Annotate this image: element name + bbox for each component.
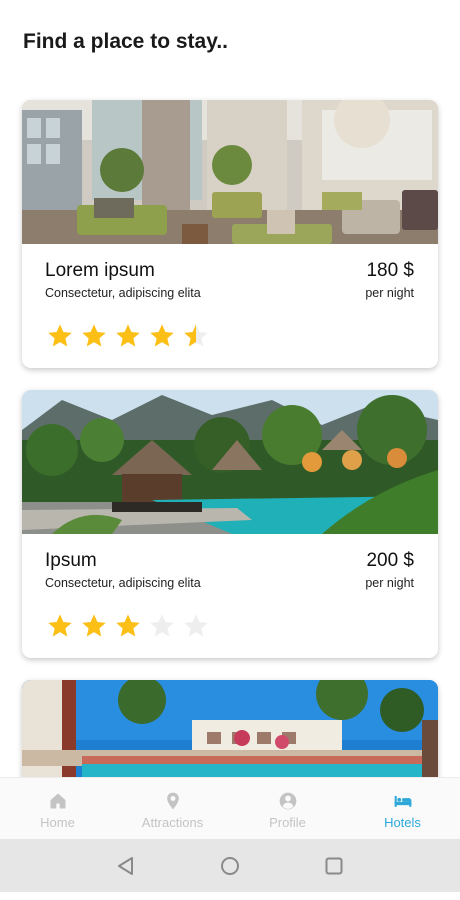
hotel-price: 200 $ (366, 550, 414, 571)
star-filled-icon (48, 324, 72, 347)
page-title: Find a place to stay.. (23, 30, 228, 53)
price-unit: per night (365, 286, 414, 300)
hotel-price: 180 $ (366, 260, 414, 281)
star-empty-icon (150, 614, 174, 637)
bottom-strip (0, 892, 460, 900)
system-navigation-bar (0, 839, 460, 892)
nav-item-hotels[interactable]: Hotels (345, 778, 460, 839)
nav-item-home[interactable]: Home (0, 778, 115, 839)
rating-stars (46, 612, 210, 640)
star-filled-icon (116, 324, 140, 347)
star-filled-icon (82, 324, 106, 347)
star-half-icon (184, 324, 208, 347)
hotel-description: Consectetur, adipiscing elita (45, 576, 201, 590)
tropical-pool-image (22, 390, 438, 534)
recents-icon[interactable] (322, 854, 346, 878)
home-button-icon[interactable] (218, 854, 242, 878)
bed-icon (394, 796, 411, 807)
hotel-card[interactable]: Lorem ipsum Consectetur, adipiscing elit… (22, 100, 438, 368)
star-filled-icon (116, 614, 140, 637)
home-icon (50, 793, 65, 809)
hotel-name: Lorem ipsum (45, 260, 155, 281)
star-filled-icon (48, 614, 72, 637)
nav-label: Profile (269, 815, 306, 830)
nav-item-attractions[interactable]: Attractions (115, 778, 230, 839)
nav-label: Hotels (384, 815, 421, 830)
nav-label: Attractions (141, 815, 204, 830)
profile-icon (279, 792, 296, 810)
back-icon[interactable] (114, 854, 138, 878)
rating-stars (46, 322, 210, 350)
hotel-lobby-image (22, 100, 438, 244)
nav-item-profile[interactable]: Profile (230, 778, 345, 839)
hotel-description: Consectetur, adipiscing elita (45, 286, 201, 300)
hotel-card[interactable]: Ipsum Consectetur, adipiscing elita 200 … (22, 390, 438, 658)
hotel-name: Ipsum (45, 550, 97, 571)
bottom-navigation: Home Attractions Profile Hotels (0, 777, 460, 839)
star-filled-icon (150, 324, 174, 347)
star-empty-icon (184, 614, 208, 637)
nav-label: Home (40, 815, 75, 830)
star-filled-icon (82, 614, 106, 637)
price-unit: per night (365, 576, 414, 590)
map-pin-icon (166, 792, 179, 810)
